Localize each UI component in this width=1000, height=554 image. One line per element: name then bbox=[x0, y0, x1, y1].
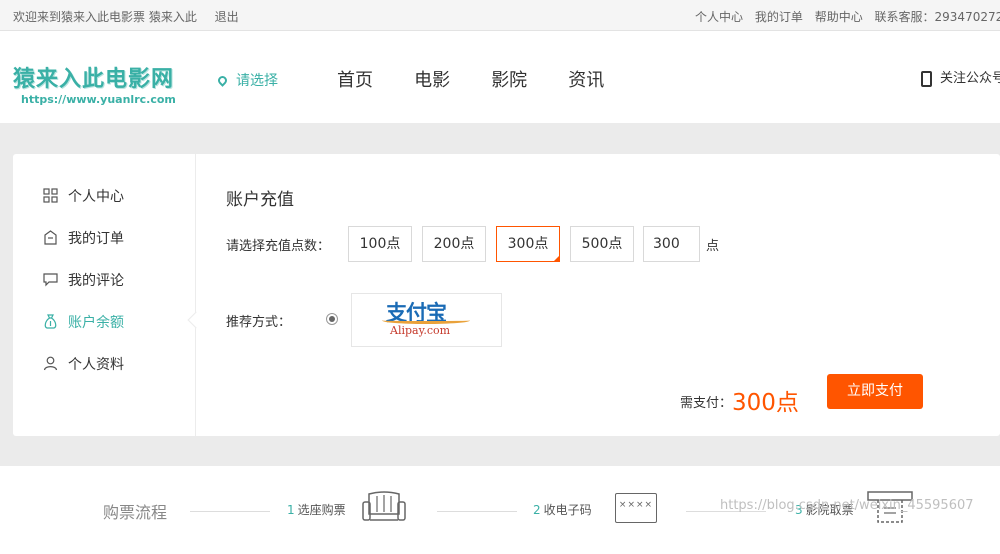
follow-label: 关注公众号 bbox=[940, 71, 1000, 86]
alipay-swoosh bbox=[382, 317, 470, 324]
sidebar-item-my-orders[interactable]: 我的订单 bbox=[43, 228, 124, 248]
amount-due-value: 300点 bbox=[732, 390, 799, 416]
custom-amount-unit: 点 bbox=[706, 239, 720, 254]
logo-name: 猿来入此电影网 bbox=[13, 66, 175, 92]
payment-method-label: 推荐方式： bbox=[226, 315, 292, 330]
process-divider bbox=[437, 511, 517, 512]
page-title: 账户充值 bbox=[226, 190, 294, 210]
nav-cinemas[interactable]: 影院 bbox=[491, 66, 527, 92]
process-title: 购票流程 bbox=[103, 503, 168, 522]
sidebar-item-label: 我的订单 bbox=[68, 231, 124, 247]
city-label: 请选择 bbox=[236, 73, 278, 89]
nav-news[interactable]: 资讯 bbox=[568, 66, 604, 92]
grid-icon bbox=[43, 188, 58, 203]
city-selector[interactable]: 请选择 bbox=[216, 70, 278, 90]
sidebar-item-label: 我的评论 bbox=[68, 273, 124, 289]
seat-icon bbox=[362, 491, 406, 521]
watermark-text: https://blog.csdn.net/weixin_45595607 bbox=[720, 498, 974, 513]
amount-option-500[interactable]: 500点 bbox=[570, 226, 634, 262]
process-step-2: 2 收电子码 bbox=[533, 503, 592, 517]
sidebar: 个人中心 我的订单 我的评论 账户余额 个人资料 bbox=[13, 154, 205, 436]
logo-url: https://www.yuanlrc.com bbox=[21, 93, 176, 106]
logout-link[interactable]: 退出 bbox=[215, 10, 239, 24]
main-nav: 首页 电影 影院 资讯 bbox=[337, 66, 640, 92]
top-link-help-center[interactable]: 帮助中心 bbox=[815, 10, 863, 24]
sidebar-item-label: 个人资料 bbox=[68, 357, 124, 373]
sidebar-item-my-comments[interactable]: 我的评论 bbox=[43, 270, 124, 290]
follow-wechat[interactable]: 关注公众号 bbox=[921, 67, 1000, 87]
custom-amount-input[interactable]: 300 bbox=[643, 226, 700, 262]
amount-option-200[interactable]: 200点 bbox=[422, 226, 486, 262]
top-bar: 欢迎来到猿来入此电影票 猿来入此 退出 个人中心 我的订单 帮助中心 联系客服：… bbox=[0, 0, 1000, 31]
process-divider bbox=[190, 511, 270, 512]
active-item-pointer bbox=[187, 311, 205, 329]
site-logo[interactable]: 猿来入此电影网 https://www.yuanlrc.com bbox=[13, 61, 176, 106]
sidebar-item-personal-center[interactable]: 个人中心 bbox=[43, 186, 124, 206]
phone-icon bbox=[921, 70, 932, 87]
code-message-icon: ×××× bbox=[615, 493, 657, 523]
top-customer-service: 联系客服：2934702723 bbox=[874, 10, 1000, 24]
top-link-my-orders[interactable]: 我的订单 bbox=[755, 10, 803, 24]
process-step-1: 1 选座购票 bbox=[287, 503, 346, 517]
pay-now-button[interactable]: 立即支付 bbox=[827, 374, 923, 409]
amount-due-label: 需支付： bbox=[680, 396, 733, 411]
sidebar-item-label: 账户余额 bbox=[68, 315, 124, 331]
nav-movies[interactable]: 电影 bbox=[414, 66, 450, 92]
sidebar-item-account-balance[interactable]: 账户余额 bbox=[43, 312, 124, 332]
amount-due: 需支付：300点 bbox=[680, 383, 799, 417]
order-icon bbox=[44, 230, 57, 245]
location-pin-icon bbox=[216, 74, 229, 87]
user-icon bbox=[43, 356, 58, 371]
amount-label: 请选择充值点数： bbox=[226, 239, 331, 254]
nav-home[interactable]: 首页 bbox=[337, 66, 373, 92]
alipay-logo[interactable]: 支付宝 Alipay.com bbox=[351, 293, 502, 347]
balance-icon bbox=[44, 314, 57, 329]
alipay-radio[interactable] bbox=[326, 313, 338, 325]
amount-option-300[interactable]: 300点 bbox=[496, 226, 560, 262]
comment-icon bbox=[43, 273, 58, 287]
amount-option-100[interactable]: 100点 bbox=[348, 226, 412, 262]
top-link-personal-center[interactable]: 个人中心 bbox=[695, 10, 743, 24]
site-header: 猿来入此电影网 https://www.yuanlrc.com 请选择 首页 电… bbox=[0, 31, 1000, 123]
sidebar-item-profile[interactable]: 个人资料 bbox=[43, 354, 124, 374]
sidebar-item-label: 个人中心 bbox=[68, 189, 124, 205]
welcome-text: 欢迎来到猿来入此电影票 猿来入此 bbox=[13, 10, 197, 24]
alipay-en-text: Alipay.com bbox=[390, 324, 451, 337]
